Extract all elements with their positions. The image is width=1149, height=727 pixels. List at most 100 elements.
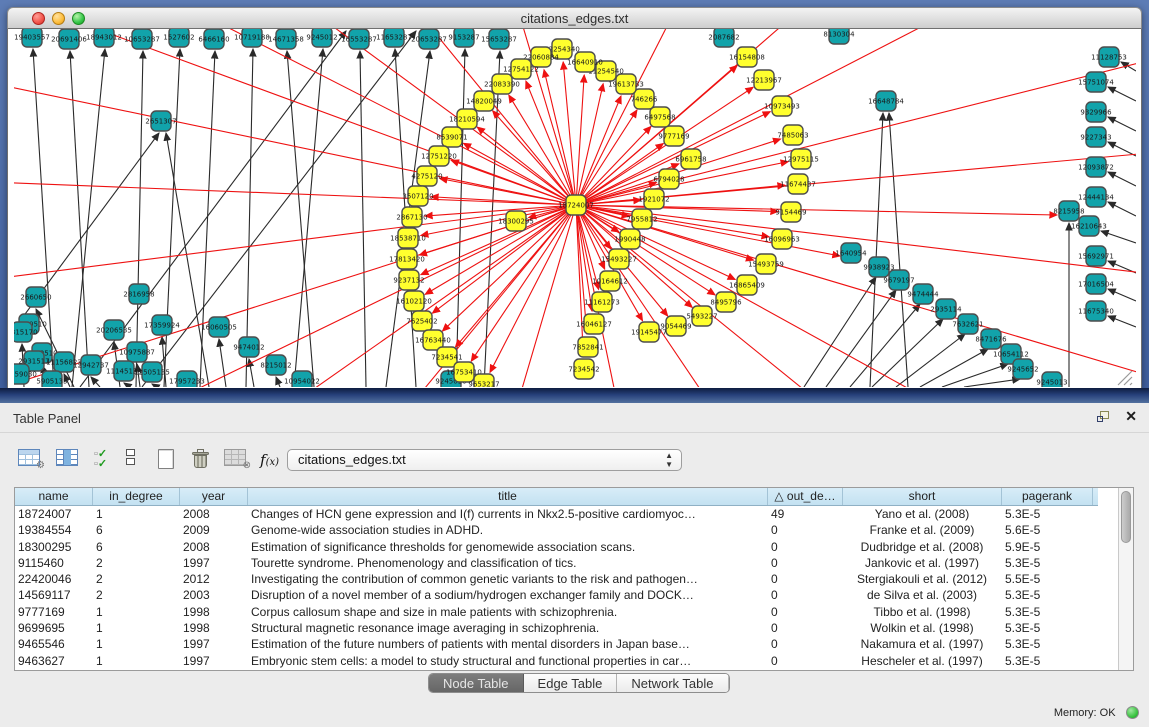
graph-edge[interactable] [360,51,366,387]
column-header-name[interactable]: name [15,488,93,505]
graph-edge[interactable] [152,384,157,387]
graph-edge[interactable] [1108,172,1136,186]
table-cell: 1997 [180,555,248,571]
graph-edge[interactable] [91,377,100,387]
graph-edge[interactable] [136,51,143,387]
graph-node-label: 16648784 [868,98,904,106]
graph-node-label: 16210643 [1071,223,1107,231]
graph-edge[interactable] [142,31,416,387]
column-header-short[interactable]: short [843,488,1002,505]
graph-node-label: 5493227 [686,313,717,321]
table-row[interactable]: 977716911998Corpus callosum shape and si… [15,604,1098,620]
graph-edge[interactable] [576,205,1136,279]
graph-node-label: 1527602 [163,34,194,42]
graph-edge[interactable] [576,66,737,205]
new-document-icon[interactable] [158,449,174,469]
graph-edge[interactable] [1108,202,1136,216]
graph-edge[interactable] [964,379,1020,387]
table-cell: Estimation of the future numbers of pati… [248,636,768,652]
network-window-titlebar[interactable]: citations_edges.txt [7,7,1142,29]
graph-edge[interactable] [276,377,280,387]
table-row[interactable]: 946554611997Estimation of the future num… [15,636,1098,652]
citation-network-graph[interactable]: 1940355720691406189430121065328715276026… [14,29,1136,387]
column-header-out_de[interactable]: △ out_de… [768,488,843,505]
table-cell: 0 [768,587,843,603]
graph-edge[interactable] [1108,117,1136,131]
graph-edge[interactable] [920,349,988,387]
graph-edge[interactable] [124,383,130,387]
table-cell: 9699695 [15,620,93,636]
graph-edge[interactable] [72,49,105,387]
select-rows-icon[interactable]: ▫✓▫✓ [94,449,114,469]
graph-node-label: 15692971 [1078,253,1114,261]
tab-network-table[interactable]: Network Table [617,674,728,692]
graph-edge[interactable] [889,113,908,387]
table-row[interactable]: 1456911722003Disruption of a novel membe… [15,587,1098,603]
table-selector-dropdown[interactable]: citations_edges.txt ▲▼ [287,449,682,471]
table-cell: 5.9E-5 [1002,539,1093,555]
table-settings-icon[interactable]: ⚙ [18,449,40,466]
graph-node-label: 14820049 [466,98,502,106]
graph-edge[interactable] [942,364,1008,387]
graph-edge[interactable] [14,179,576,205]
horizontal-splitter[interactable] [0,388,1149,403]
scrollbar-thumb[interactable] [1121,491,1131,543]
graph-edge[interactable] [1108,289,1136,301]
close-panel-icon[interactable]: ✕ [1125,408,1137,425]
graph-edge[interactable] [576,29,864,205]
column-header-year[interactable]: year [180,488,248,505]
table-cell: Wolkin et al. (1998) [843,620,1002,636]
table-cell: 6 [93,522,180,538]
graph-node-label: 8215012 [260,362,291,370]
graph-node-label: 12505135 [134,369,170,377]
graph-edge[interactable] [494,205,576,387]
graph-node-label: 12213967 [746,77,782,85]
graph-edge[interactable] [294,49,323,387]
delete-icon[interactable] [192,449,209,469]
column-header-pagerank[interactable]: pagerank [1002,488,1093,505]
graph-edge[interactable] [477,127,576,205]
graph-edge[interactable] [509,95,576,205]
graph-node-label: 12754122 [503,66,539,74]
graph-edge[interactable] [1108,87,1136,101]
graph-edge[interactable] [287,51,314,387]
graph-edge[interactable] [419,205,576,255]
table-row[interactable]: 2242004622012Investigating the contribut… [15,571,1098,587]
select-columns-icon[interactable] [56,449,78,466]
graph-edge[interactable] [870,113,883,387]
graph-edge[interactable] [1108,142,1136,156]
network-canvas[interactable]: 1940355720691406189430121065328715276026… [7,29,1142,388]
table-row[interactable]: 969969511998Structural magnetic resonanc… [15,620,1098,636]
table-cell: 1997 [180,636,248,652]
graph-edge[interactable] [219,339,226,387]
graph-edge[interactable] [826,290,896,387]
tab-node-table[interactable]: Node Table [429,674,524,692]
graph-edge[interactable] [354,205,576,387]
graph-edge[interactable] [576,205,1054,387]
table-row[interactable]: 1938455462009Genome-wide association stu… [15,522,1098,538]
column-header-title[interactable]: title [248,488,768,505]
graph-node-label: 16640910 [567,59,603,67]
vertical-scrollbar[interactable] [1118,488,1133,670]
graph-node-label: 9154469 [775,209,806,217]
graph-edge[interactable] [1108,316,1136,327]
function-builder-icon[interactable]: f(x) [260,451,279,469]
table-row[interactable]: 911546021997Tourette syndrome. Phenomeno… [15,555,1098,571]
graph-node-label: 9153287 [448,34,479,42]
canvas-resize-grip[interactable] [1118,371,1132,385]
table-row[interactable]: 1830029562008Estimation of significance … [15,539,1098,555]
column-header-in_degree[interactable]: in_degree [93,488,180,505]
graph-node-label: 22083390 [484,81,520,89]
graph-edge[interactable] [166,133,209,387]
graph-edge[interactable] [164,49,180,387]
table-row[interactable]: 946362711997Embryonic stem cells: a mode… [15,653,1098,669]
table-cell: 5.3E-5 [1002,506,1093,522]
table-cell: Jankovic et al. (1997) [843,555,1002,571]
table-row[interactable]: 1872400712008Changes of HCN gene express… [15,506,1098,522]
tab-edge-table[interactable]: Edge Table [524,674,618,692]
float-panel-icon[interactable] [1097,411,1111,424]
graph-edge[interactable] [1101,231,1136,243]
row-height-icon[interactable] [126,449,135,467]
graph-edge[interactable] [456,49,465,387]
graph-edge[interactable] [463,143,576,205]
